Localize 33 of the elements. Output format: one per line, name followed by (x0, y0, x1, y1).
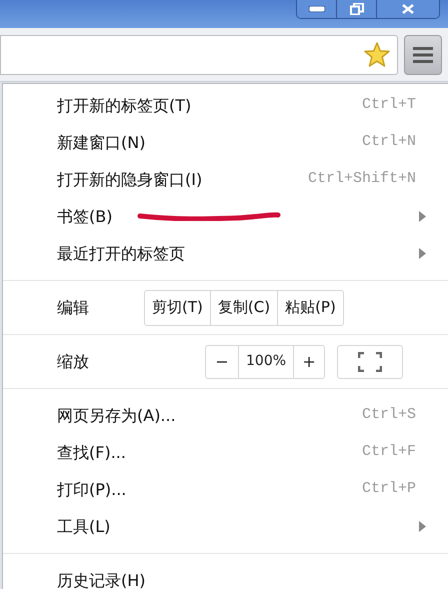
edit-button[interactable]: 剪切(T) (145, 290, 210, 324)
menu-item[interactable]: 工具(L) (3, 508, 448, 545)
zoom-label: 缩放 (57, 350, 90, 372)
menu-icon (413, 46, 433, 62)
submenu-arrow-icon (419, 248, 426, 259)
submenu-arrow-icon (419, 521, 426, 532)
menu-item[interactable]: 历史记录(H) (3, 562, 448, 589)
restore-icon (350, 3, 364, 15)
menu-item[interactable]: 书签(B) (3, 198, 448, 235)
close-icon (402, 4, 414, 14)
minimize-icon (308, 6, 324, 12)
menu-item[interactable]: 打印(P)... Ctrl+P (3, 471, 448, 508)
star-icon[interactable] (363, 41, 391, 68)
menu-item[interactable]: 网页另存为(A)... Ctrl+S (3, 397, 448, 434)
restore-button[interactable] (337, 0, 377, 18)
menu-item[interactable]: 打开新的隐身窗口(I) Ctrl+Shift+N (3, 161, 448, 198)
edit-button[interactable]: 粘贴(P) (277, 290, 343, 324)
submenu-arrow-icon (419, 211, 426, 222)
menu-button[interactable] (404, 34, 442, 74)
minimize-button[interactable] (297, 0, 337, 18)
edit-label: 编辑 (57, 296, 90, 318)
menu-item[interactable]: 新建窗口(N) Ctrl+N (3, 124, 448, 161)
menu-item[interactable]: 查找(F)... Ctrl+F (3, 434, 448, 471)
zoom-in-button[interactable]: + (294, 346, 324, 378)
fullscreen-button[interactable] (337, 344, 404, 378)
address-field[interactable] (0, 34, 398, 74)
zoom-level: 100% (238, 346, 294, 378)
fullscreen-icon (358, 352, 382, 372)
zoom-out-button[interactable]: − (206, 346, 238, 378)
menu-item[interactable]: 最近打开的标签页 (3, 235, 448, 272)
edit-button[interactable]: 复制(C) (210, 290, 278, 324)
close-button[interactable] (377, 0, 439, 18)
menu-item[interactable]: 打开新的标签页(T) Ctrl+T (3, 87, 448, 124)
